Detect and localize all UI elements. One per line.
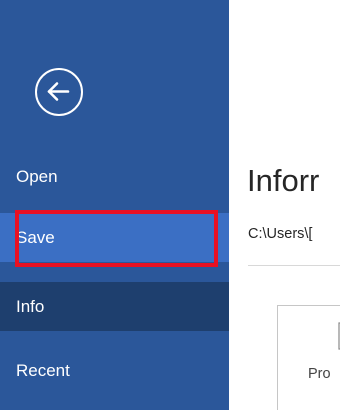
nav-item-info[interactable]: Info — [0, 282, 229, 331]
nav-item-open[interactable]: Open — [0, 152, 229, 201]
arrow-left-circle-icon — [47, 82, 70, 101]
info-panel: Inforr C:\Users\[ Pro — [229, 0, 340, 410]
back-button[interactable] — [35, 68, 83, 116]
page-title: Inforr — [247, 163, 320, 198]
backstage-sidebar: Open Save Info Recent — [0, 0, 229, 410]
divider — [248, 265, 340, 266]
nav-item-recent[interactable]: Recent — [0, 346, 229, 395]
protect-document-button[interactable]: Pro — [277, 305, 340, 410]
nav-item-save[interactable]: Save — [0, 213, 229, 262]
document-path: C:\Users\[ — [248, 226, 313, 242]
protect-document-label: Pro — [308, 366, 331, 382]
